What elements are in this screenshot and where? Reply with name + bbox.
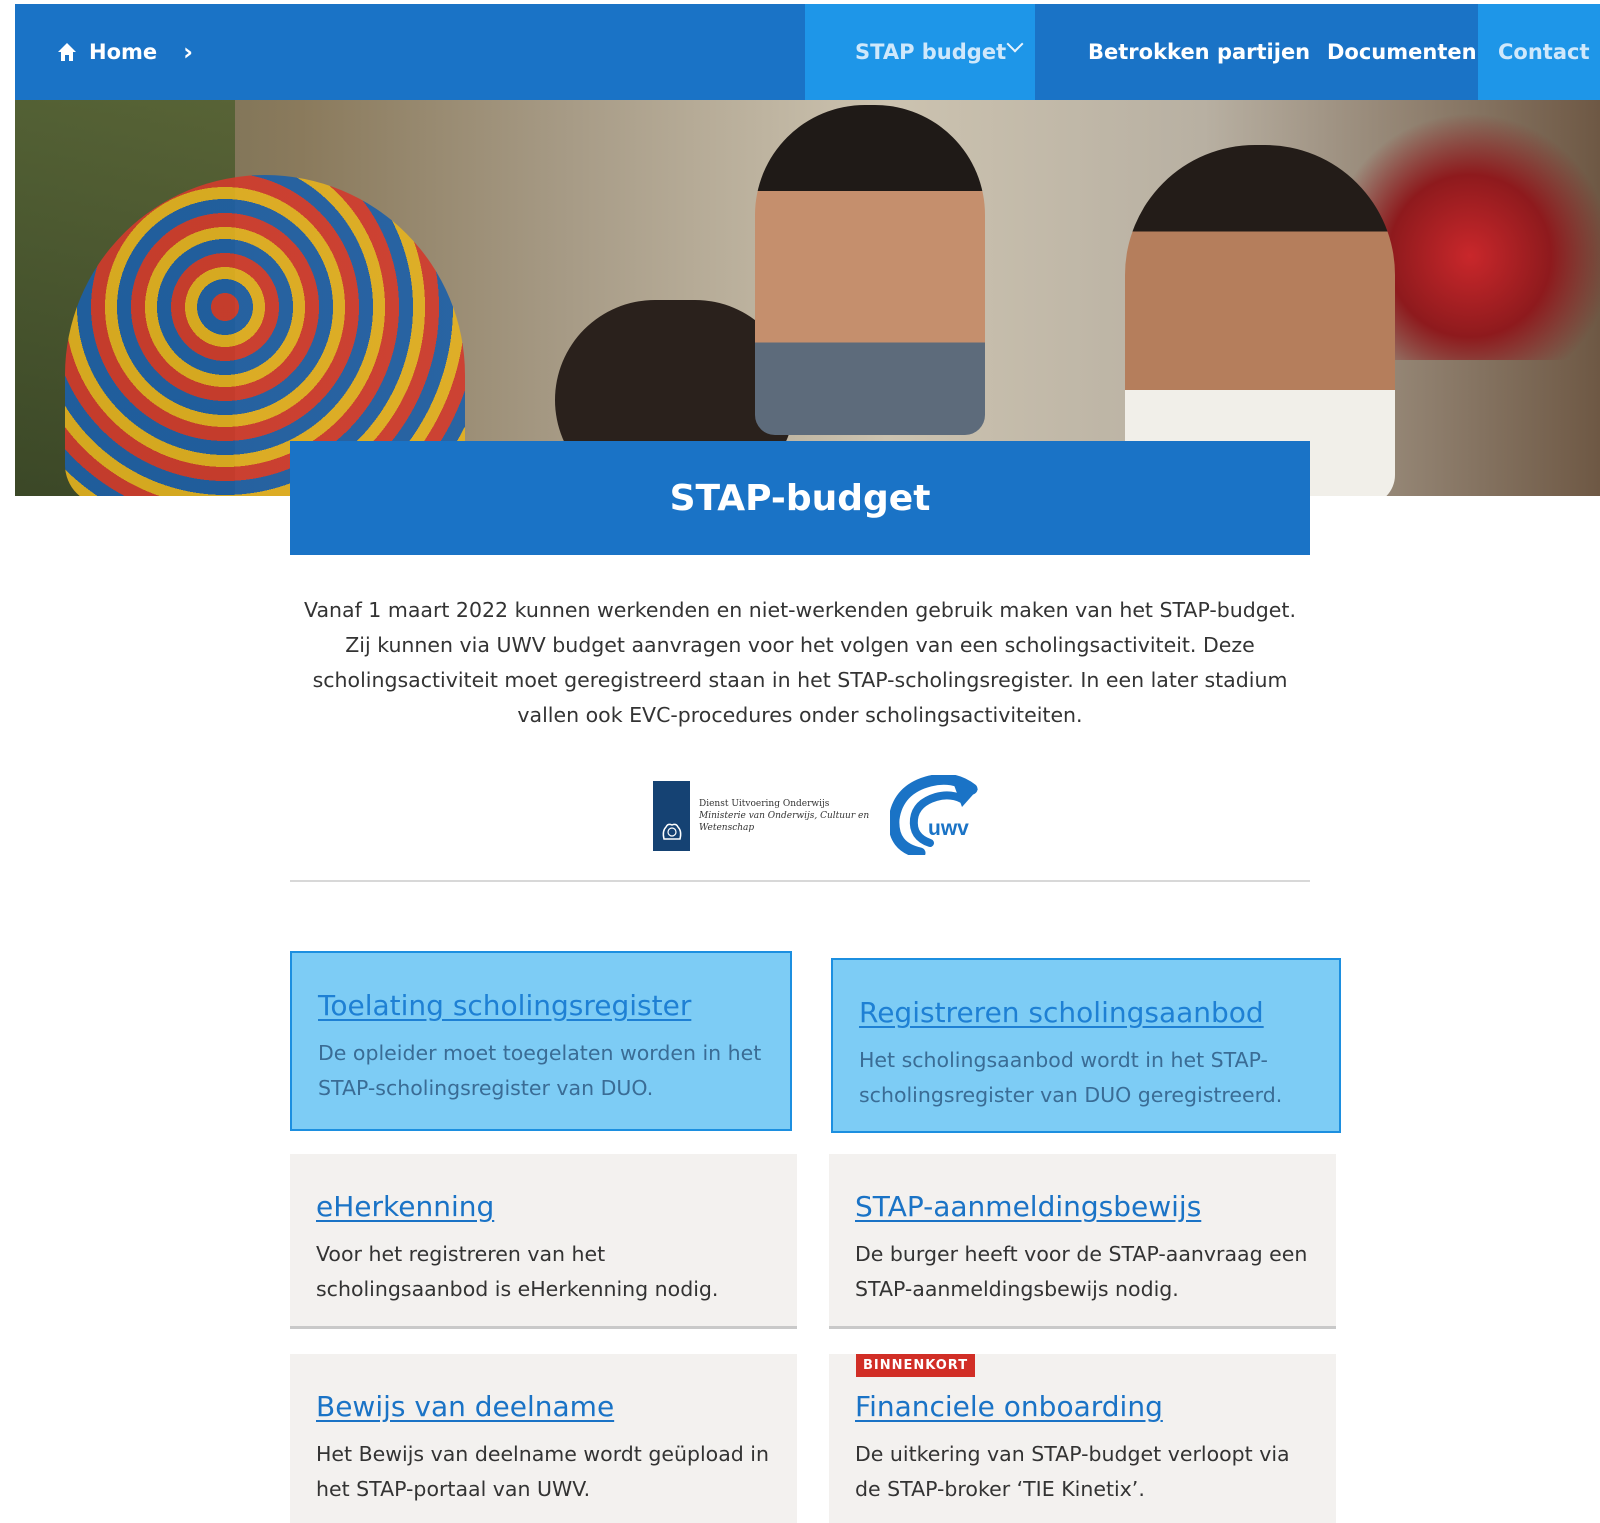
card-registreren-scholingsaanbod[interactable]: Registreren scholingsaanbod Het scholing… bbox=[831, 958, 1341, 1133]
nav-betrokken-partijen[interactable]: Betrokken partijen bbox=[1088, 4, 1310, 100]
chevron-right-icon: › bbox=[183, 38, 194, 66]
section-divider bbox=[290, 880, 1310, 882]
card-description: De uitkering van STAP-budget verloopt vi… bbox=[855, 1442, 1290, 1501]
card-title-link[interactable]: Registreren scholingsaanbod bbox=[859, 996, 1264, 1029]
card-stap-aanmeldingsbewijs[interactable]: STAP-aanmeldingsbewijs De burger heeft v… bbox=[829, 1154, 1336, 1329]
card-description: Het Bewijs van deelname wordt geüpload i… bbox=[316, 1442, 769, 1501]
card-title-link[interactable]: eHerkenning bbox=[316, 1190, 494, 1223]
card-description: Het scholingsaanbod wordt in het STAP-sc… bbox=[859, 1048, 1283, 1107]
nav-stap-budget-dropdown[interactable]: STAP budget bbox=[805, 4, 1035, 100]
card-title-link[interactable]: Financiele onboarding bbox=[855, 1390, 1163, 1423]
card-toelating-scholingsregister[interactable]: Toelating scholingsregister De opleider … bbox=[290, 951, 792, 1131]
card-bewijs-van-deelname[interactable]: Bewijs van deelname Het Bewijs van deeln… bbox=[290, 1354, 797, 1523]
home-breadcrumb[interactable]: Home › bbox=[57, 37, 193, 67]
nav-contact[interactable]: Contact bbox=[1478, 4, 1600, 100]
nav-documenten[interactable]: Documenten bbox=[1327, 4, 1477, 100]
uwv-logo: uwv bbox=[890, 775, 978, 855]
duo-logo-line1: Dienst Uitvoering Onderwijs bbox=[699, 799, 830, 809]
binnenkort-badge: BINNENKORT bbox=[856, 1354, 976, 1377]
duo-logo-line3: Wetenschap bbox=[699, 823, 755, 833]
duo-logo: Dienst Uitvoering Onderwijs Ministerie v… bbox=[653, 781, 869, 851]
page-title: STAP-budget bbox=[290, 441, 1310, 555]
hero-image bbox=[15, 100, 1600, 496]
top-navigation: Home › STAP budget Betrokken partijen Do… bbox=[15, 4, 1600, 100]
card-title-link[interactable]: Toelating scholingsregister bbox=[318, 989, 691, 1022]
svg-text:uwv: uwv bbox=[928, 817, 969, 840]
card-eherkenning[interactable]: eHerkenning Voor het registreren van het… bbox=[290, 1154, 797, 1329]
intro-text: Vanaf 1 maart 2022 kunnen werkenden en n… bbox=[304, 598, 1296, 727]
chevron-down-icon bbox=[1006, 35, 1024, 53]
card-description: De burger heeft voor de STAP-aanvraag ee… bbox=[855, 1242, 1308, 1301]
nav-stap-budget-label: STAP budget bbox=[855, 40, 1007, 64]
card-description: De opleider moet toegelaten worden in he… bbox=[318, 1041, 762, 1100]
home-icon bbox=[58, 43, 76, 61]
card-title-link[interactable]: STAP-aanmeldingsbewijs bbox=[855, 1190, 1201, 1223]
home-link[interactable]: Home bbox=[89, 40, 157, 64]
card-title-link[interactable]: Bewijs van deelname bbox=[316, 1390, 614, 1423]
rijksoverheid-crest-icon bbox=[653, 781, 690, 851]
card-financiele-onboarding[interactable]: Financiele onboarding De uitkering van S… bbox=[829, 1354, 1336, 1523]
duo-logo-line2: Ministerie van Onderwijs, Cultuur en bbox=[699, 811, 870, 821]
card-description: Voor het registreren van het scholingsaa… bbox=[316, 1242, 719, 1301]
